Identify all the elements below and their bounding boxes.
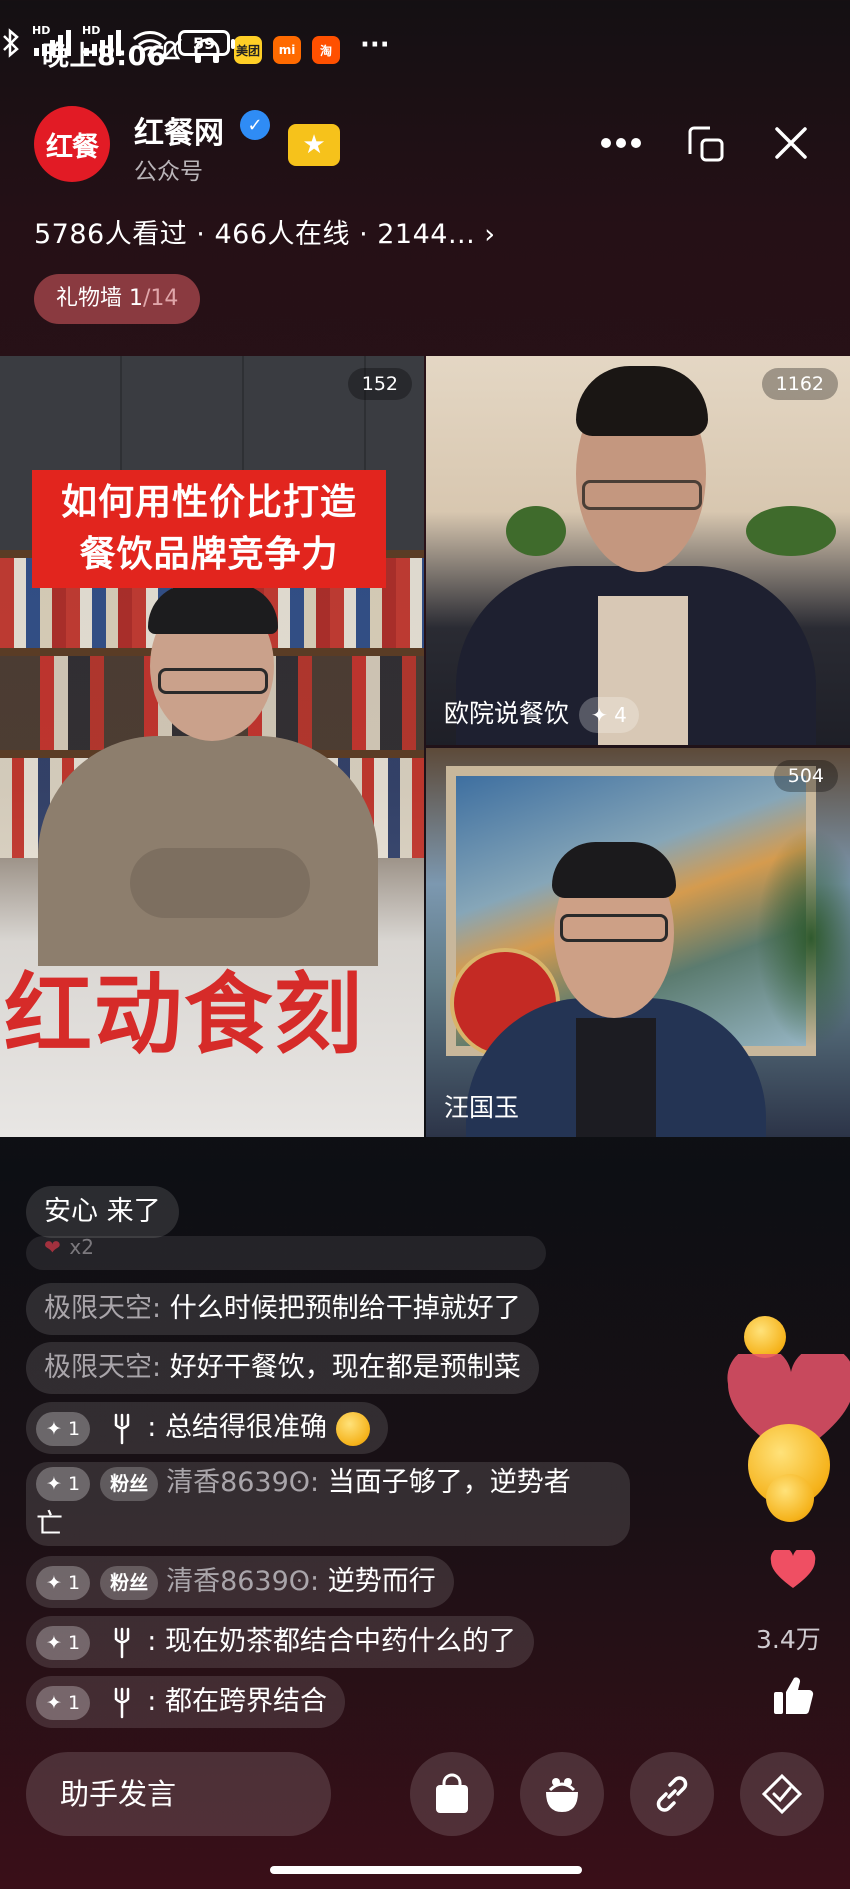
- desk-sign-text: 红动食刻: [4, 963, 365, 1066]
- guest-video-tile-2[interactable]: 504 汪国玉: [426, 748, 850, 1137]
- comment-item[interactable]: 极限天空: 什么时候把预制给干掉就好了: [26, 1283, 539, 1335]
- viewer-count-badge: 504: [773, 760, 838, 792]
- comment-item[interactable]: ✦ 1 : 都在跨界结合: [26, 1676, 345, 1728]
- fork-avatar-icon: [114, 1627, 129, 1658]
- viewer-count-badge: 152: [347, 368, 412, 400]
- topic-line-1: 如何用性价比打造: [60, 482, 357, 523]
- status-more-icon: ···: [360, 30, 390, 60]
- more-dots-icon: [601, 138, 641, 148]
- star-badge-icon[interactable]: ★: [288, 124, 340, 166]
- mi-app-icon: mi: [273, 36, 301, 64]
- comment-item[interactable]: ✦ 1 : 现在奶茶都结合中药什么的了: [26, 1616, 534, 1668]
- close-icon: [775, 127, 807, 159]
- topic-line-2: 餐饮品牌竞争力: [79, 534, 339, 575]
- signal-1-icon: HD: [32, 24, 72, 58]
- comment-item[interactable]: ✦ 1 粉丝 清香8639ʘ: 当面子够了，逆势者亡: [26, 1462, 630, 1546]
- guest-name-row: 欧院说餐饮 ✦ 4: [444, 694, 639, 733]
- signal-2-icon: HD: [82, 24, 122, 58]
- guest-name: 欧院说餐饮: [444, 699, 570, 728]
- meituan-app-icon: 美团: [234, 36, 262, 64]
- floating-window-button[interactable]: [680, 118, 730, 168]
- viewer-count-badge: 1162: [761, 368, 838, 400]
- floating-emoji-icon: [744, 1316, 786, 1358]
- live-topic-banner: 如何用性价比打造 餐饮品牌竞争力: [32, 470, 386, 588]
- join-notice: 安心 来了: [26, 1186, 179, 1238]
- fork-avatar-icon: [114, 1413, 129, 1444]
- gift-bag-icon: [546, 1778, 578, 1812]
- level-badge: ✦ 1: [36, 1625, 91, 1660]
- picture-in-picture-icon: [688, 126, 724, 162]
- level-badge: ✦ 1: [36, 1685, 91, 1720]
- comment-item[interactable]: ✦ 1 : 总结得很准确: [26, 1402, 388, 1454]
- fork-avatar-icon: [114, 1687, 129, 1718]
- live-stats[interactable]: 5786人看过 · 466人在线 · 2144... ›: [34, 212, 496, 251]
- home-indicator[interactable]: [270, 1866, 582, 1874]
- battery-icon: 59: [178, 30, 235, 56]
- eraser-icon: [761, 1773, 803, 1815]
- clear-screen-button[interactable]: [740, 1752, 824, 1836]
- more-options-button[interactable]: [596, 118, 646, 168]
- thumbs-up-icon[interactable]: [772, 1674, 814, 1716]
- guest-video-tile-1[interactable]: 1162 欧院说餐饮 ✦ 4: [426, 356, 850, 745]
- gift-wall-button[interactable]: 礼物墙 1/14: [34, 274, 201, 324]
- taobao-app-icon: 淘: [312, 36, 340, 64]
- fan-badge: 粉丝: [100, 1565, 159, 1600]
- account-type: 公众号: [134, 159, 203, 185]
- bluetooth-icon: [3, 28, 19, 58]
- like-heart-icon[interactable]: [770, 1550, 816, 1590]
- like-count: 3.4万: [756, 1625, 821, 1654]
- fan-badge: 粉丝: [100, 1466, 159, 1501]
- verified-icon: ✓: [240, 110, 270, 140]
- assistant-input[interactable]: 助手发言: [26, 1752, 331, 1836]
- share-link-button[interactable]: [630, 1752, 714, 1836]
- close-button[interactable]: [766, 118, 816, 168]
- guest-name: 汪国玉: [444, 1093, 520, 1122]
- thinking-emoji-icon: [335, 1411, 370, 1446]
- level-badge: ✦ 1: [36, 1466, 91, 1501]
- status-bar: 晚上8:06 美团 mi 淘 ··· HD HD 59: [0, 24, 850, 76]
- level-badge: ✦ 1: [36, 1411, 91, 1446]
- heart-icon: ❤: [44, 1236, 61, 1259]
- level-badge: ✦ 1: [36, 1565, 91, 1600]
- comment-item[interactable]: 极限天空: 好好干餐饮，现在都是预制菜: [26, 1342, 539, 1394]
- account-name[interactable]: 红餐网: [134, 108, 224, 152]
- gift-button[interactable]: [520, 1752, 604, 1836]
- shopping-bag-icon: [436, 1773, 468, 1813]
- account-avatar[interactable]: 红餐: [34, 106, 110, 182]
- guest-like-chip: ✦ 4: [579, 697, 639, 733]
- laughing-emoji-icon: [766, 1474, 814, 1522]
- gift-notice: ❤ x2: [26, 1236, 546, 1270]
- shop-button[interactable]: [410, 1752, 494, 1836]
- comment-item[interactable]: ✦ 1 粉丝 清香8639ʘ: 逆势而行: [26, 1556, 454, 1608]
- link-icon: [656, 1776, 688, 1812]
